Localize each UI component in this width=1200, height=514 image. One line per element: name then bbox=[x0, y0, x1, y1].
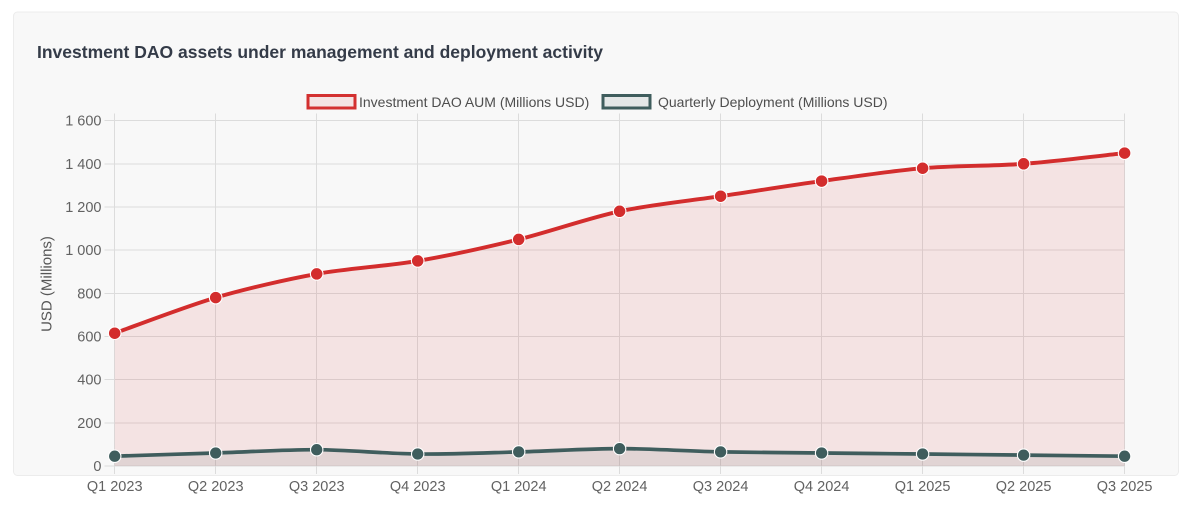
svg-text:Q1 2024: Q1 2024 bbox=[491, 479, 547, 495]
svg-text:Quarterly Deployment (Millions: Quarterly Deployment (Millions USD) bbox=[658, 94, 888, 110]
svg-text:Q1 2023: Q1 2023 bbox=[87, 479, 143, 495]
svg-text:Q2 2024: Q2 2024 bbox=[592, 479, 648, 495]
svg-text:Investment DAO AUM (Millions U: Investment DAO AUM (Millions USD) bbox=[359, 94, 589, 110]
svg-text:1 200: 1 200 bbox=[65, 200, 101, 216]
svg-text:1 000: 1 000 bbox=[65, 243, 101, 259]
svg-text:Q3 2023: Q3 2023 bbox=[289, 479, 345, 495]
svg-text:Q4 2024: Q4 2024 bbox=[794, 479, 850, 495]
svg-text:0: 0 bbox=[93, 459, 101, 475]
svg-text:Q3 2024: Q3 2024 bbox=[693, 479, 749, 495]
svg-text:Investment DAO assets under ma: Investment DAO assets under management a… bbox=[37, 42, 603, 62]
svg-text:1 600: 1 600 bbox=[65, 114, 101, 130]
svg-text:800: 800 bbox=[77, 286, 101, 302]
svg-text:Q1 2025: Q1 2025 bbox=[895, 479, 951, 495]
svg-text:Q2 2023: Q2 2023 bbox=[188, 479, 244, 495]
svg-text:Q3 2025: Q3 2025 bbox=[1097, 479, 1153, 495]
svg-text:1 400: 1 400 bbox=[65, 157, 101, 173]
svg-text:200: 200 bbox=[77, 416, 101, 432]
svg-text:USD (Millions): USD (Millions) bbox=[39, 236, 56, 332]
svg-text:Q4 2023: Q4 2023 bbox=[390, 479, 446, 495]
svg-text:600: 600 bbox=[77, 329, 101, 345]
svg-text:Q2 2025: Q2 2025 bbox=[996, 479, 1052, 495]
svg-text:400: 400 bbox=[77, 373, 101, 389]
